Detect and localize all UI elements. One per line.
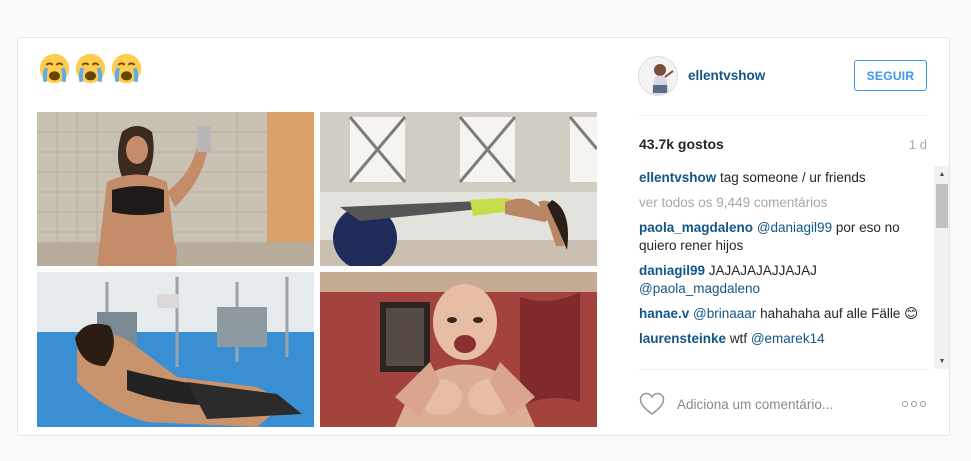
- comment-mention[interactable]: @brinaaar: [693, 306, 756, 321]
- collage-photo-muscular-baby: [320, 272, 597, 427]
- comment-username[interactable]: daniagil99: [639, 263, 705, 278]
- collage-photo-gym-selfie: [37, 272, 314, 427]
- comment-item: hanae.v @brinaaar hahahaha auf alle Fäll…: [639, 305, 931, 323]
- comment-text: hahahaha auf alle Fälle 😊: [760, 306, 919, 321]
- follow-button[interactable]: SEGUIR: [854, 60, 927, 91]
- scrollbar-thumb[interactable]: [936, 184, 948, 228]
- comment-mention[interactable]: @daniagil99: [757, 220, 832, 235]
- crying-face-icon: [111, 53, 142, 84]
- dot: [902, 401, 908, 407]
- more-options-icon[interactable]: [902, 397, 928, 411]
- post-age[interactable]: 1 d: [909, 137, 927, 152]
- post-sidebar: ellentvshow SEGUIR 43.7k gostos 1 d elle…: [618, 38, 949, 435]
- avatar[interactable]: [638, 56, 678, 96]
- post-card: ellentvshow SEGUIR 43.7k gostos 1 d elle…: [17, 37, 950, 436]
- likes-count[interactable]: 43.7k gostos: [639, 136, 724, 152]
- comment-text: tag someone / ur friends: [720, 170, 866, 185]
- dot: [920, 401, 926, 407]
- comment-username[interactable]: paola_magdaleno: [639, 220, 753, 235]
- caption: ellentvshow tag someone / ur friends: [639, 169, 931, 187]
- view-all-comments-link[interactable]: ver todos os 9,449 comentários: [639, 194, 931, 212]
- collage-photo-selfie: [37, 112, 314, 266]
- comment-username[interactable]: hanae.v: [639, 306, 689, 321]
- comment-username[interactable]: laurensteinke: [639, 331, 726, 346]
- scroll-down-arrow-icon[interactable]: ▼: [934, 353, 949, 369]
- comment-item: paola_magdaleno @daniagil99 por eso no q…: [639, 219, 931, 255]
- scroll-up-arrow-icon[interactable]: ▲: [934, 166, 949, 182]
- heart-icon[interactable]: [639, 392, 665, 416]
- crying-face-icon: [75, 53, 106, 84]
- divider: [638, 369, 928, 370]
- comment-username[interactable]: ellentvshow: [639, 170, 716, 185]
- comment-mention[interactable]: @paola_magdaleno: [639, 281, 760, 296]
- crying-face-icon: [39, 53, 70, 84]
- comment-text: JAJAJAJAJJAJAJ: [708, 263, 817, 278]
- comments-list: ellentvshow tag someone / ur friends ver…: [639, 169, 931, 371]
- comment-item: laurensteinke wtf @emarek14: [639, 330, 931, 348]
- caption-emoji-row: [38, 52, 143, 85]
- post-header: ellentvshow SEGUIR: [618, 38, 949, 116]
- dot: [911, 401, 917, 407]
- comment-input[interactable]: [677, 393, 877, 415]
- post-media: [18, 38, 618, 435]
- divider: [638, 115, 928, 116]
- comment-mention[interactable]: @emarek14: [751, 331, 825, 346]
- username-link[interactable]: ellentvshow: [688, 68, 765, 83]
- comment-text: wtf: [729, 331, 748, 346]
- collage-photo-ball-plank: [320, 112, 597, 266]
- comments-scrollbar[interactable]: ▲ ▼: [934, 166, 949, 369]
- comment-item: daniagil99 JAJAJAJAJJAJAJ @paola_magdale…: [639, 262, 931, 298]
- photo-collage[interactable]: [37, 112, 597, 427]
